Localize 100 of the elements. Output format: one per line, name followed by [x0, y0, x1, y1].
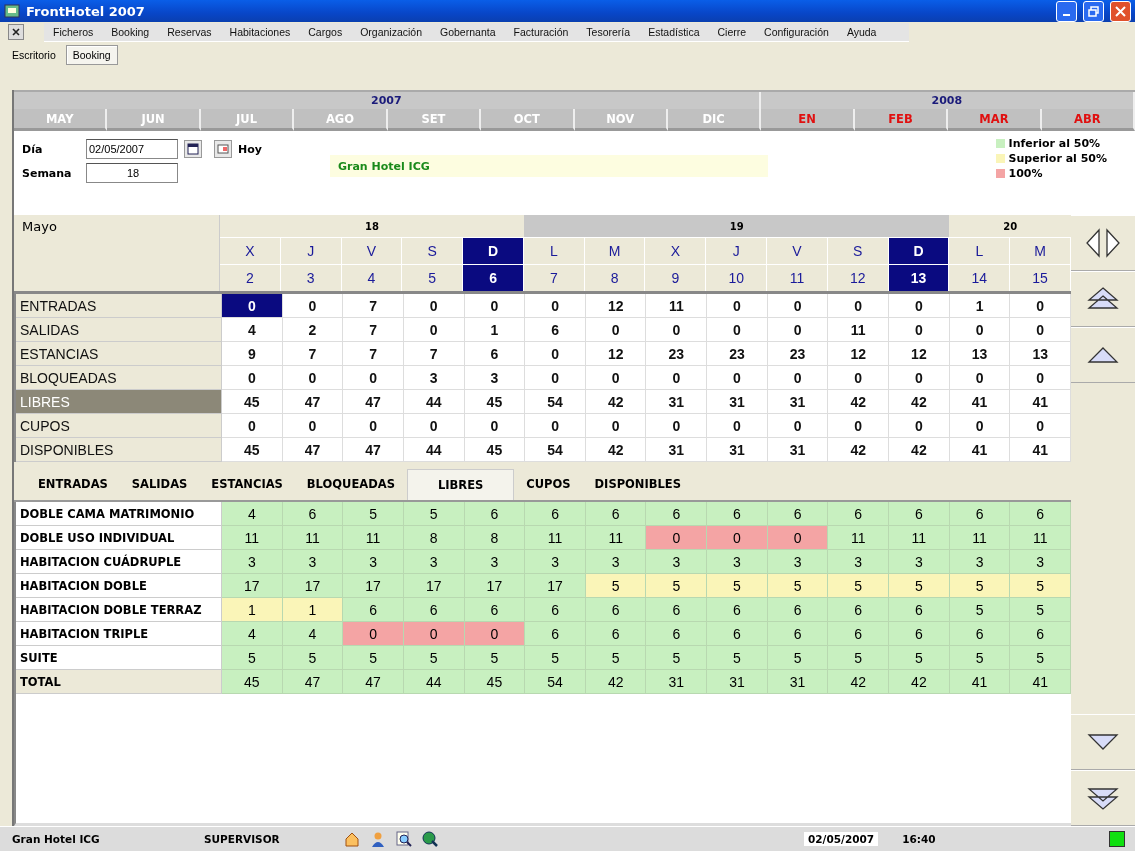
menu-item[interactable]: Organización	[351, 25, 431, 38]
table-cell[interactable]: 0	[889, 318, 950, 342]
menu-item[interactable]: Booking	[102, 25, 159, 38]
table-cell[interactable]: 0	[282, 294, 344, 318]
week-field[interactable]: 18	[86, 163, 178, 183]
table-cell[interactable]: 0	[525, 294, 586, 318]
table-cell[interactable]: 41	[1010, 390, 1071, 414]
table-cell[interactable]: 0	[464, 294, 526, 318]
table-cell[interactable]: 31	[646, 438, 708, 462]
table-cell[interactable]: 41	[1010, 438, 1071, 462]
table-cell[interactable]: 0	[282, 366, 344, 390]
table-cell[interactable]: 45	[464, 438, 526, 462]
table-cell[interactable]: 0	[767, 414, 829, 438]
date-cell[interactable]: 2	[220, 264, 281, 291]
table-cell[interactable]: 0	[1010, 318, 1071, 342]
table-cell[interactable]: 0	[403, 414, 465, 438]
table-cell[interactable]: 0	[949, 366, 1011, 390]
table-cell[interactable]: 31	[707, 390, 768, 414]
tab[interactable]: CUPOS	[514, 477, 583, 491]
date-cell[interactable]: 6	[463, 264, 524, 291]
table-cell[interactable]: 23	[707, 342, 768, 366]
date-cell[interactable]: 7	[523, 264, 585, 291]
table-cell[interactable]: 0	[707, 294, 768, 318]
table-cell[interactable]: 12	[585, 294, 647, 318]
table-cell[interactable]: 2	[282, 318, 344, 342]
table-cell[interactable]: 0	[222, 366, 283, 390]
date-cell[interactable]: 8	[584, 264, 646, 291]
menu-item[interactable]: Estadística	[639, 25, 709, 38]
table-cell[interactable]: 0	[889, 294, 950, 318]
date-cell[interactable]: 4	[341, 264, 403, 291]
table-cell[interactable]: 0	[525, 366, 586, 390]
date-field[interactable]: 02/05/2007	[86, 139, 178, 159]
person-icon[interactable]	[370, 831, 386, 847]
table-cell[interactable]: 9	[222, 342, 283, 366]
table-cell[interactable]: 0	[646, 414, 708, 438]
menu-item[interactable]: Ficheros	[44, 25, 103, 38]
menu-item[interactable]: Facturación	[504, 25, 578, 38]
table-cell[interactable]: 0	[646, 318, 708, 342]
table-cell[interactable]: 44	[403, 390, 465, 414]
table-cell[interactable]: 0	[525, 342, 586, 366]
tab[interactable]: DISPONIBLES	[582, 477, 693, 491]
date-cell[interactable]: 15	[1010, 264, 1071, 291]
next-icon[interactable]	[1105, 228, 1121, 258]
table-cell[interactable]: 0	[889, 414, 950, 438]
table-cell[interactable]: 7	[343, 318, 404, 342]
table-cell[interactable]: 0	[403, 318, 465, 342]
table-cell[interactable]: 0	[585, 414, 647, 438]
table-cell[interactable]: 0	[222, 414, 283, 438]
table-cell[interactable]: 0	[1010, 366, 1071, 390]
table-cell[interactable]: 31	[767, 438, 829, 462]
table-cell[interactable]: 45	[222, 438, 283, 462]
menu-item[interactable]: Reservas	[158, 25, 221, 38]
table-cell[interactable]: 45	[464, 390, 526, 414]
minimize-button[interactable]	[1056, 0, 1077, 22]
table-cell[interactable]: 12	[585, 342, 647, 366]
table-cell[interactable]: 0	[585, 318, 647, 342]
table-cell[interactable]: 0	[222, 294, 283, 318]
tab[interactable]: Booking	[65, 45, 118, 65]
table-cell[interactable]: 41	[949, 390, 1011, 414]
table-cell[interactable]: 42	[585, 390, 647, 414]
table-cell[interactable]: 0	[1010, 414, 1071, 438]
table-cell[interactable]: 3	[403, 366, 465, 390]
house-icon[interactable]	[344, 831, 360, 847]
previous-icon[interactable]	[1085, 228, 1101, 258]
date-cell[interactable]: 9	[645, 264, 707, 291]
table-cell[interactable]: 54	[525, 390, 586, 414]
restore-button[interactable]	[1083, 0, 1104, 22]
table-cell[interactable]: 0	[949, 318, 1011, 342]
table-cell[interactable]: 0	[828, 294, 890, 318]
date-cell[interactable]: 13	[888, 264, 950, 291]
table-cell[interactable]: 47	[343, 438, 404, 462]
table-cell[interactable]: 12	[889, 342, 950, 366]
table-cell[interactable]: 42	[889, 438, 950, 462]
tab[interactable]: SALIDAS	[119, 477, 200, 491]
close-button[interactable]	[1110, 0, 1131, 22]
table-cell[interactable]: 0	[767, 318, 829, 342]
table-cell[interactable]: 0	[343, 366, 404, 390]
table-cell[interactable]: 42	[828, 390, 890, 414]
table-cell[interactable]: 1	[464, 318, 526, 342]
table-cell[interactable]: 0	[707, 366, 768, 390]
table-cell[interactable]: 13	[1010, 342, 1071, 366]
table-cell[interactable]: 0	[767, 366, 829, 390]
menu-item[interactable]: Gobernanta	[431, 25, 505, 38]
menu-item[interactable]: Cargos	[299, 25, 352, 38]
table-cell[interactable]: 12	[828, 342, 890, 366]
table-cell[interactable]: 11	[646, 294, 708, 318]
tab[interactable]: ENTRADAS	[26, 477, 120, 491]
table-cell[interactable]: 0	[767, 294, 829, 318]
date-cell[interactable]: 14	[949, 264, 1011, 291]
menu-item[interactable]: Ayuda	[837, 25, 886, 38]
menu-item[interactable]: Habitaciones	[220, 25, 300, 38]
table-cell[interactable]: 6	[525, 318, 586, 342]
tab[interactable]: ESTANCIAS	[199, 477, 295, 491]
menu-item[interactable]: Tesorería	[577, 25, 640, 38]
table-cell[interactable]: 42	[585, 438, 647, 462]
table-cell[interactable]: 7	[343, 294, 404, 318]
table-cell[interactable]: 0	[403, 294, 465, 318]
table-cell[interactable]: 0	[828, 366, 890, 390]
table-cell[interactable]: 31	[646, 390, 708, 414]
date-cell[interactable]: 12	[827, 264, 889, 291]
